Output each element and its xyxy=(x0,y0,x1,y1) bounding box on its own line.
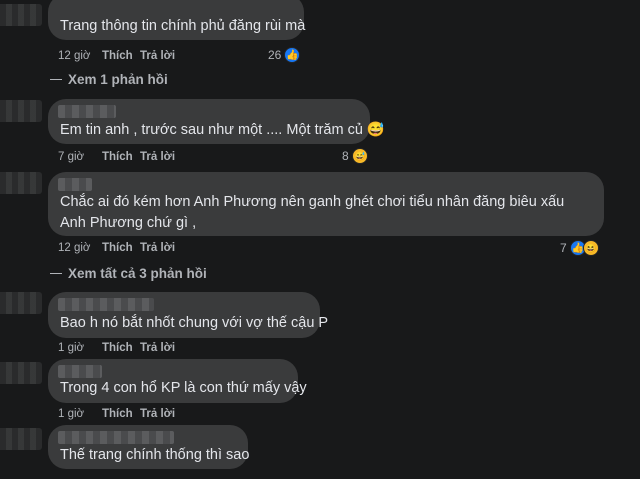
view-replies-link[interactable]: Xem tất cả 3 phản hồi xyxy=(50,266,207,281)
author-name[interactable] xyxy=(58,105,116,118)
author-name[interactable] xyxy=(58,298,154,311)
like-button[interactable]: Thích xyxy=(102,408,140,420)
avatar[interactable] xyxy=(0,172,42,194)
like-icon: 👍 xyxy=(284,47,301,63)
view-replies-label: Xem 1 phản hồi xyxy=(68,72,168,87)
comment-bubble: Bao h nó bắt nhốt chung với vợ thế cậu P xyxy=(48,292,328,338)
reaction-summary[interactable]: 7 👍 😆 xyxy=(560,240,599,256)
comment-meta: 1 giờ Thích Trả lời xyxy=(58,342,175,354)
reply-button[interactable]: Trả lời xyxy=(140,151,175,163)
author-name[interactable] xyxy=(58,178,92,191)
avatar[interactable] xyxy=(0,100,42,122)
comment-time[interactable]: 1 giờ xyxy=(58,408,102,420)
reaction-count: 8 xyxy=(342,149,349,163)
comment-meta: 7 giờ Thích Trả lời xyxy=(58,151,175,163)
comment-bubble: Trang thông tin chính phủ đăng rùi mà xyxy=(48,0,306,40)
reaction-count: 26 xyxy=(268,48,282,62)
comment-meta: 12 giờ Thích Trả lời xyxy=(58,50,175,62)
comment-text: Chắc ai đó kém hơn Anh Phương nên ganh g… xyxy=(60,194,565,231)
like-button[interactable]: Thích xyxy=(102,50,140,62)
like-button[interactable]: Thích xyxy=(102,242,140,254)
reaction-summary[interactable]: 8 😅 xyxy=(342,148,368,164)
comment-text: Bao h nó bắt nhốt chung với vợ thế cậu P xyxy=(60,315,329,331)
like-button[interactable]: Thích xyxy=(102,342,140,354)
reply-connector-icon xyxy=(50,79,62,80)
comment-text: Thế trang chính thống thì sao xyxy=(60,447,250,463)
comment-bubble: Thế trang chính thống thì sao xyxy=(48,425,250,469)
comment-meta: 1 giờ Thích Trả lời xyxy=(58,408,175,420)
comment-text: Trang thông tin chính phủ đăng rùi mà xyxy=(60,18,306,34)
author-name[interactable] xyxy=(58,431,174,444)
comment-bubble: Trong 4 con hổ KP là con thứ mấy vậy xyxy=(48,359,307,403)
laughing-sweat-icon: 😅 xyxy=(351,148,368,164)
view-replies-link[interactable]: Xem 1 phản hồi xyxy=(50,72,168,87)
comment-time[interactable]: 7 giờ xyxy=(58,151,102,163)
reply-button[interactable]: Trả lời xyxy=(140,408,175,420)
comment-time[interactable]: 12 giờ xyxy=(58,50,102,62)
comment-bubble: Chắc ai đó kém hơn Anh Phương nên ganh g… xyxy=(48,172,604,236)
comment-time[interactable]: 12 giờ xyxy=(58,242,102,254)
comment-text: Trong 4 con hổ KP là con thứ mấy vậy xyxy=(60,380,307,396)
reply-button[interactable]: Trả lời xyxy=(140,342,175,354)
reaction-count: 7 xyxy=(560,241,567,255)
haha-icon: 😆 xyxy=(582,240,599,256)
avatar[interactable] xyxy=(0,428,42,450)
avatar[interactable] xyxy=(0,292,42,314)
comment-time[interactable]: 1 giờ xyxy=(58,342,102,354)
view-replies-label: Xem tất cả 3 phản hồi xyxy=(68,266,207,281)
comment-meta: 12 giờ Thích Trả lời xyxy=(58,242,175,254)
reply-connector-icon xyxy=(50,273,62,274)
avatar[interactable] xyxy=(0,4,42,26)
reply-button[interactable]: Trả lời xyxy=(140,50,175,62)
reply-button[interactable]: Trả lời xyxy=(140,242,175,254)
comment-text: Em tin anh , trước sau như một .... Một … xyxy=(60,122,385,138)
comment-bubble: Em tin anh , trước sau như một .... Một … xyxy=(48,99,385,144)
author-name[interactable] xyxy=(58,365,102,378)
reaction-summary[interactable]: 26 👍 xyxy=(268,47,301,63)
avatar[interactable] xyxy=(0,362,42,384)
like-button[interactable]: Thích xyxy=(102,151,140,163)
